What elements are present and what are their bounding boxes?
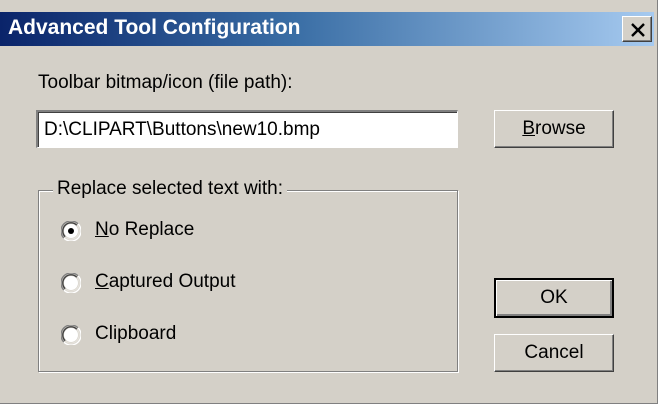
- browse-mnemonic: B: [522, 118, 535, 139]
- cancel-button[interactable]: Cancel: [494, 334, 614, 372]
- ok-label: OK: [540, 287, 568, 308]
- radio-button-selected-icon: [61, 221, 81, 241]
- browse-label: rowse: [535, 118, 586, 139]
- bitmap-path-input[interactable]: [36, 110, 458, 148]
- window-title: Advanced Tool Configuration: [8, 16, 301, 39]
- radio-button-icon: [61, 325, 81, 345]
- close-icon: [631, 23, 645, 37]
- close-button[interactable]: [622, 16, 652, 42]
- bitmap-path-label: Toolbar bitmap/icon (file path):: [38, 72, 293, 93]
- cancel-label: Cancel: [524, 342, 584, 363]
- browse-button[interactable]: Browse: [494, 110, 614, 148]
- advanced-tool-configuration-dialog: Advanced Tool Configuration Toolbar bitm…: [0, 0, 658, 404]
- radio-label-clipboard: Clipboard: [95, 323, 177, 344]
- replace-text-groupbox: Replace selected text with: No Replace C…: [38, 178, 458, 372]
- ok-button[interactable]: OK: [494, 278, 614, 318]
- replace-text-legend: Replace selected text with:: [53, 178, 288, 200]
- radio-label-captured-output: Captured Output: [95, 271, 236, 292]
- radio-label-no-replace: No Replace: [95, 219, 195, 240]
- title-bar[interactable]: Advanced Tool Configuration: [0, 12, 654, 46]
- radio-button-icon: [61, 273, 81, 293]
